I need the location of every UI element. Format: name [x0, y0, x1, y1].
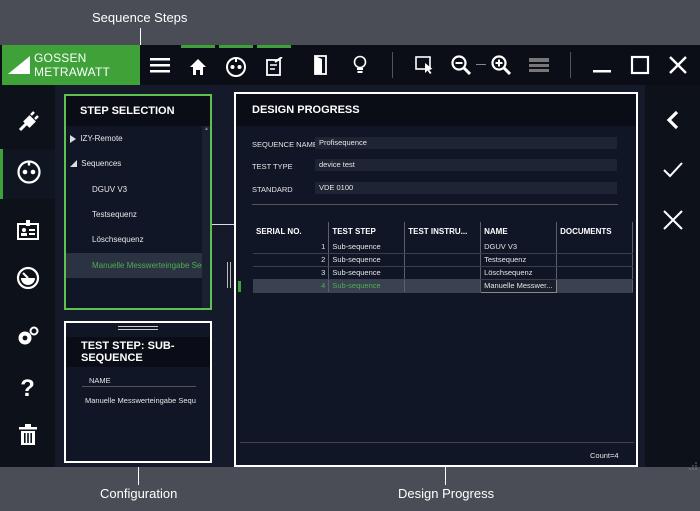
plug-icon [16, 110, 40, 139]
panel-icon[interactable] [522, 45, 556, 85]
minimize-icon[interactable] [585, 45, 619, 85]
nav-gauge[interactable] [0, 255, 55, 305]
tree-item-izy-remote[interactable]: IZY-Remote [70, 134, 123, 143]
step-selection-title: STEP SELECTION [66, 96, 210, 126]
tree-item-loeschsequenz[interactable]: Löschsequenz [92, 235, 144, 244]
test-type-field[interactable]: device test [315, 159, 617, 171]
col-test-instr[interactable]: TEST INSTRU... [404, 222, 482, 240]
socket-icon [17, 159, 41, 189]
collapse-arrow-icon [70, 160, 77, 168]
check-icon [662, 161, 684, 184]
table-header: SERIAL NO. TEST STEP TEST INSTRU... NAME… [253, 222, 633, 240]
chevron-left-icon [665, 110, 681, 135]
standard-label: STANDARD [252, 185, 293, 194]
pointer-select-icon[interactable] [408, 45, 442, 85]
tree-item-manuelle[interactable]: Manuelle Messwerteingabe Seq [66, 253, 202, 278]
table-footer-divider [240, 442, 634, 443]
config-name-field[interactable]: Manuelle Messwerteingabe Sequ [85, 396, 197, 405]
nav-settings[interactable] [0, 313, 55, 363]
design-title: DESIGN PROGRESS [236, 94, 636, 126]
config-title: TEST STEP: SUB-SEQUENCE [66, 337, 210, 367]
logo-mark-icon [8, 56, 30, 74]
tree-item-testsequenz[interactable]: Testsequenz [92, 210, 137, 219]
gauge-icon [16, 266, 40, 295]
nav-plug[interactable] [0, 99, 55, 149]
trash-icon [18, 423, 38, 451]
callout-configuration: Configuration [100, 486, 178, 501]
test-type-label: TEST TYPE [252, 162, 293, 171]
brand-logo: GOSSEN METRAWATT [2, 45, 140, 85]
nav-socket[interactable] [0, 149, 55, 199]
socket-icon[interactable] [219, 45, 253, 85]
steps-table: SERIAL NO. TEST STEP TEST INSTRU... NAME… [253, 222, 633, 293]
tree-item-dguv[interactable]: DGUV V3 [92, 185, 127, 194]
config-name-label: NAME [89, 376, 111, 385]
step-selection-panel: STEP SELECTION ▲ IZY-Remote Sequences DG… [64, 94, 212, 310]
door-icon[interactable] [304, 45, 338, 85]
right-navigation [645, 85, 700, 470]
splitter-line [212, 224, 236, 225]
nav-badge[interactable] [0, 207, 55, 257]
callout-design-progress: Design Progress [398, 486, 495, 501]
maximize-icon[interactable] [623, 45, 657, 85]
checklist-icon[interactable] [257, 45, 291, 85]
back-button[interactable] [645, 97, 700, 147]
resize-grip-icon[interactable] [689, 457, 697, 470]
left-navigation: ? [0, 85, 55, 467]
form-divider [252, 204, 618, 205]
nav-trash[interactable] [0, 412, 55, 462]
panel-splitter[interactable] [227, 262, 231, 288]
sequence-name-field[interactable]: Profisequence [315, 137, 617, 149]
col-test-step[interactable]: TEST STEP [328, 222, 406, 240]
brand-name: GOSSEN METRAWATT [34, 51, 111, 79]
close-icon[interactable] [661, 45, 695, 85]
menu-icon[interactable] [143, 45, 177, 85]
table-row[interactable]: 1 Sub-sequence DGUV V3 [253, 240, 633, 254]
home-icon[interactable] [181, 45, 215, 85]
bulb-icon[interactable] [343, 45, 377, 85]
toolbar-separator [570, 52, 571, 78]
help-icon: ? [20, 375, 35, 402]
settings-icon [16, 325, 40, 352]
design-progress-panel: DESIGN PROGRESS SEQUENCE NAME Profiseque… [234, 92, 638, 467]
expand-arrow-icon [70, 134, 76, 143]
sequence-name-label: SEQUENCE NAME [252, 140, 318, 149]
cancel-button[interactable] [645, 197, 700, 247]
tree-item-sequences[interactable]: Sequences [70, 159, 121, 168]
callout-line-design-progress [445, 467, 446, 485]
config-name-divider [82, 386, 196, 387]
col-serial[interactable]: SERIAL NO. [253, 222, 330, 240]
zoom-in-icon[interactable] [484, 45, 518, 85]
badge-icon [16, 219, 39, 246]
table-row[interactable]: 3 Sub-sequence Löschsequenz [253, 266, 633, 280]
table-row-selected[interactable]: 4 Sub-sequence Manuelle Messwer... [253, 278, 633, 293]
close-icon [662, 209, 684, 236]
drag-handle-icon[interactable] [118, 326, 158, 330]
zoom-out-icon[interactable] [444, 45, 478, 85]
col-name[interactable]: NAME [480, 222, 558, 240]
confirm-button[interactable] [645, 147, 700, 197]
callout-sequence-steps: Sequence Steps [92, 10, 188, 25]
row-count: Count=4 [590, 451, 619, 460]
toolbar-separator [392, 52, 393, 78]
selected-row-marker [238, 281, 241, 292]
col-documents[interactable]: DOCUMENTS [556, 222, 633, 240]
tree-scrollbar[interactable]: ▲ [202, 126, 210, 308]
table-row[interactable]: 2 Sub-sequence Testsequenz [253, 253, 633, 267]
nav-help[interactable]: ? [0, 364, 55, 414]
standard-field[interactable]: VDE 0100 [315, 182, 617, 194]
configuration-panel: TEST STEP: SUB-SEQUENCE NAME Manuelle Me… [64, 321, 212, 463]
